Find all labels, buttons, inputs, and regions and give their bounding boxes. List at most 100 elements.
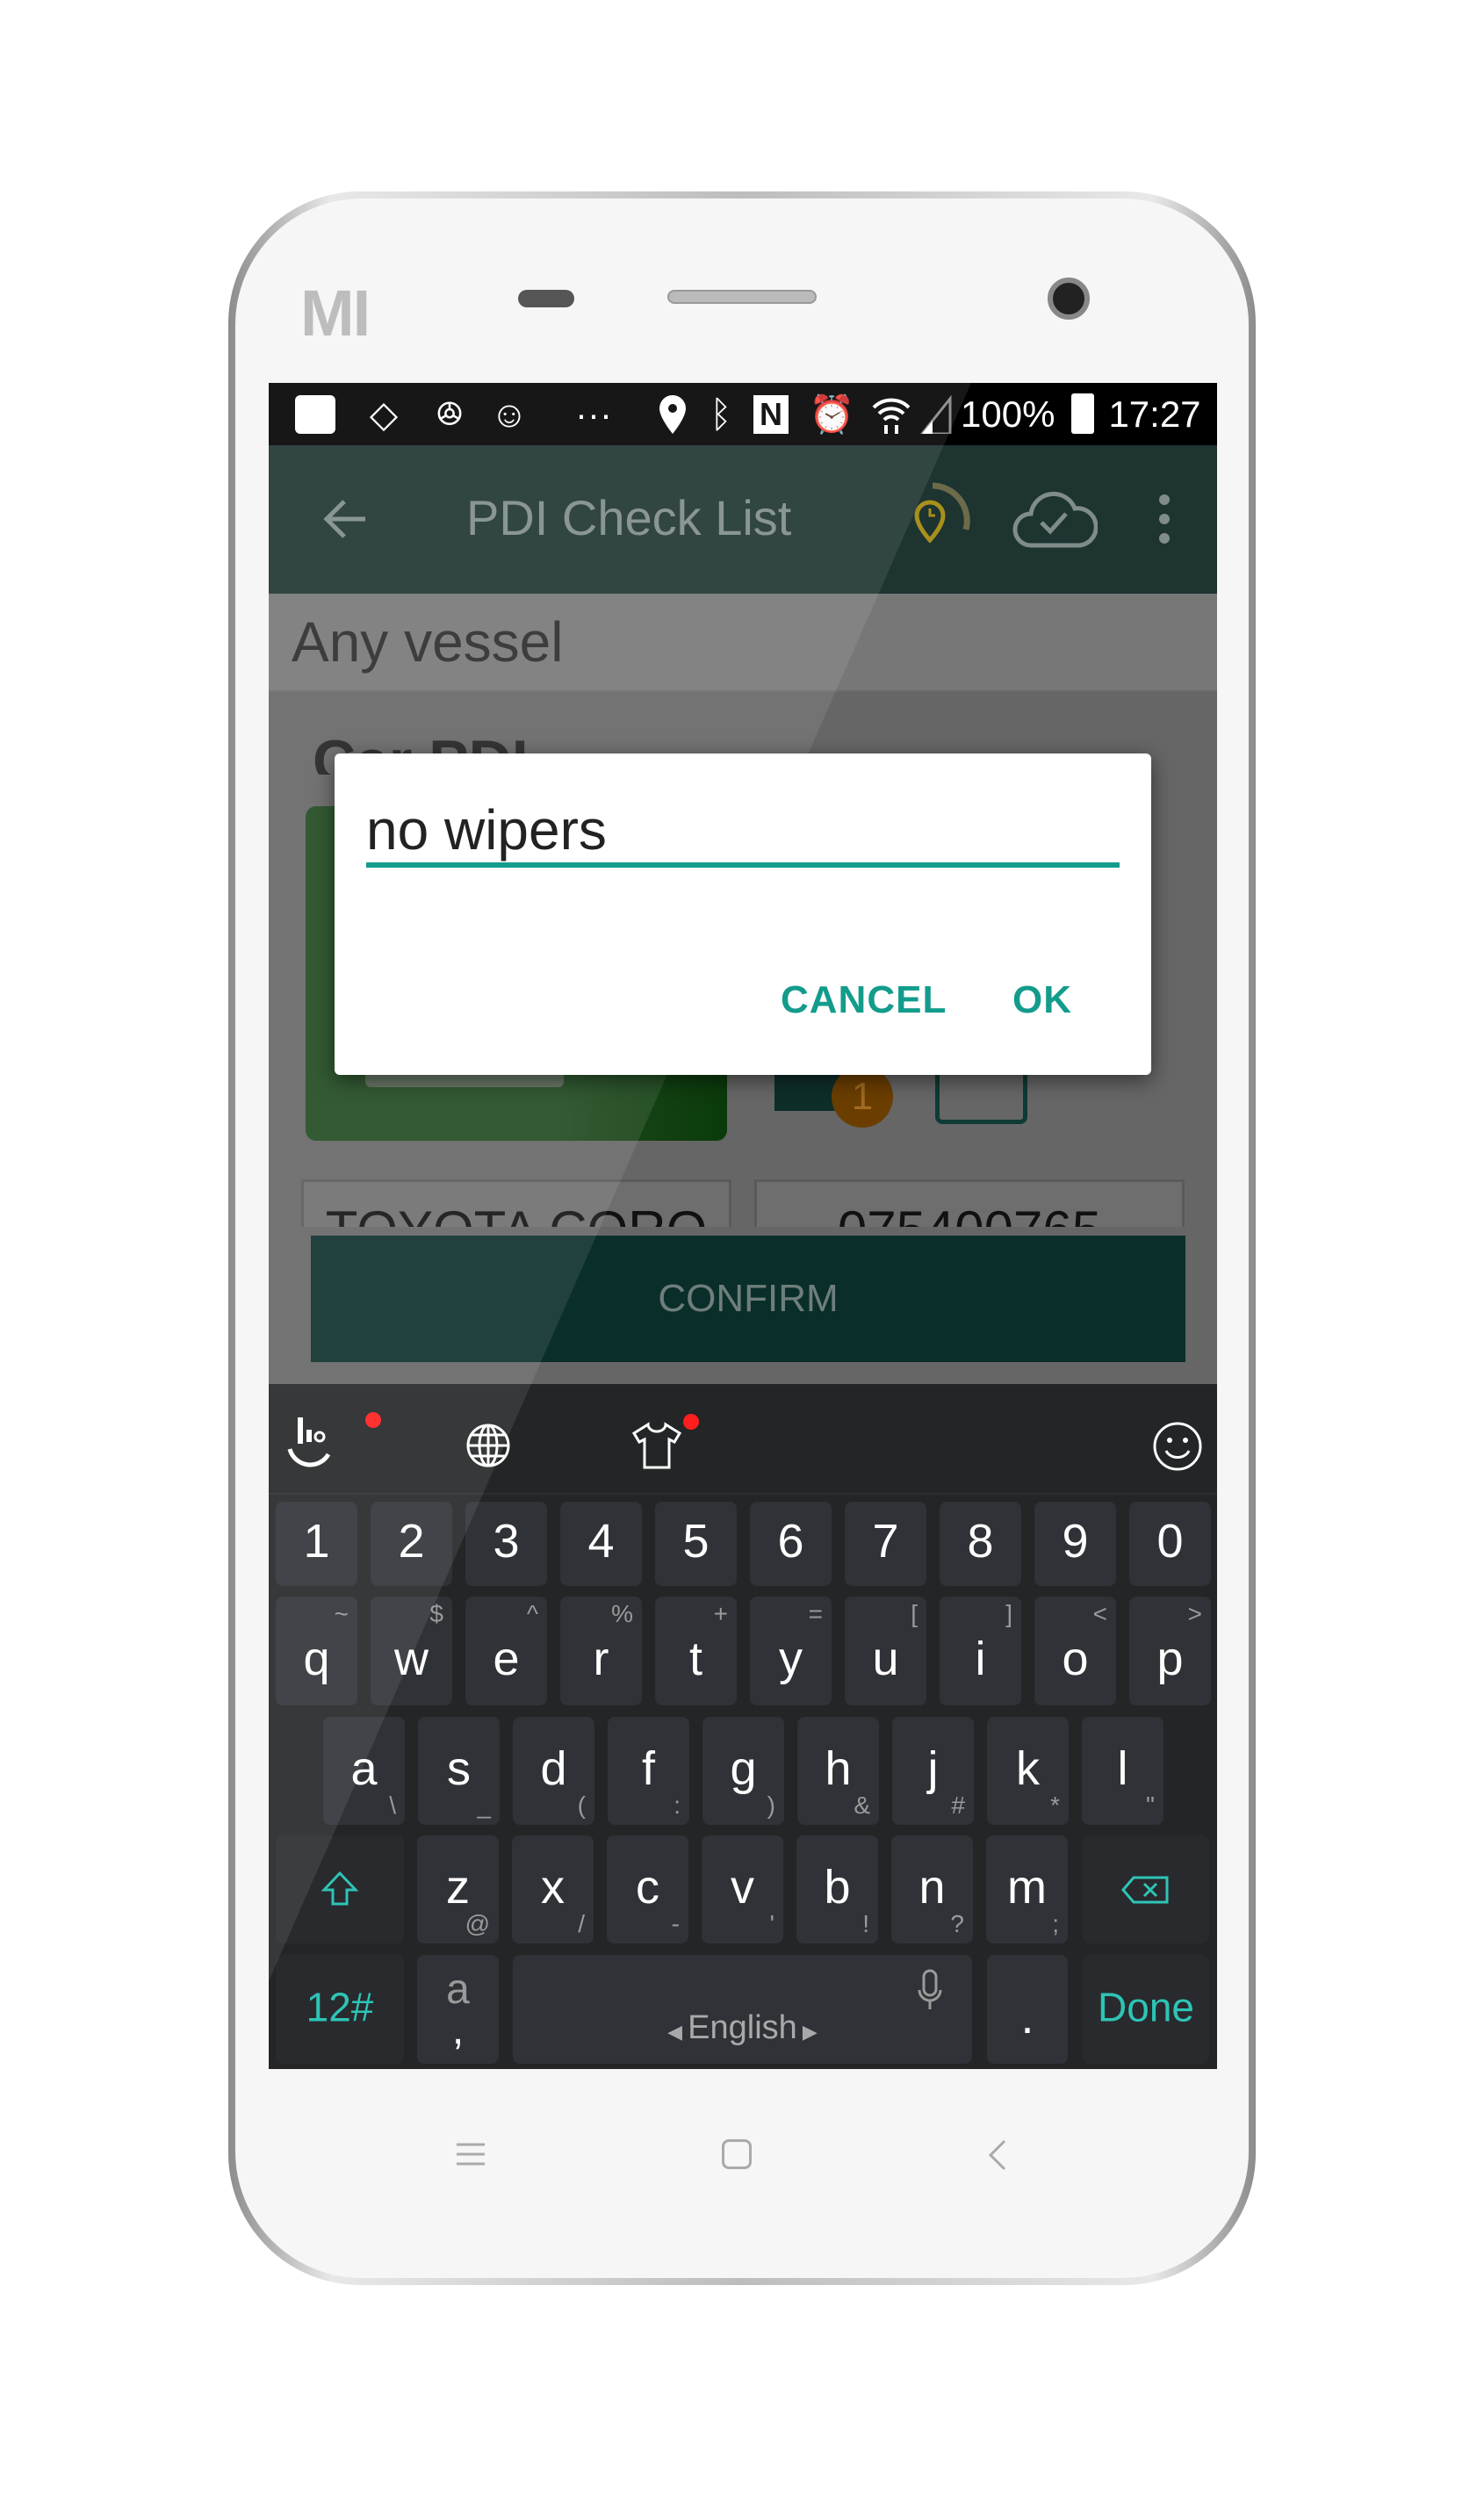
key-q[interactable]: q ~ [276, 1597, 357, 1705]
shift-key[interactable] [276, 1835, 404, 1943]
vin-field[interactable]: 075400765 [754, 1179, 1185, 1227]
key-secondary-label: / [578, 1910, 585, 1937]
key-label: j [927, 1741, 939, 1795]
key-t[interactable]: t + [655, 1597, 737, 1705]
done-key[interactable]: Done [1083, 1955, 1209, 2064]
key-k[interactable]: k * [987, 1717, 1069, 1825]
overflow-menu-icon[interactable] [1154, 491, 1175, 547]
key-label: 2 [398, 1514, 425, 1568]
keyboard-toolbar [269, 1384, 1217, 1495]
ok-button[interactable]: OK [1012, 978, 1072, 1022]
home-nav-button[interactable] [722, 2139, 752, 2169]
key-secondary-label: $ [429, 1600, 443, 1627]
key-secondary-label: - [671, 1910, 680, 1937]
theme-shirt-icon[interactable] [631, 1421, 682, 1470]
menu-nav-button[interactable] [455, 2141, 486, 2167]
key-8[interactable]: 8 [940, 1502, 1021, 1586]
screen: ◇ ꔮ ☺ ··· ᛒ N ⏰ 100% 17:27 PDI Check Lis… [269, 383, 1217, 2069]
note-input[interactable] [366, 797, 1120, 868]
microphone-icon[interactable] [917, 1969, 943, 2011]
key-label: q [303, 1633, 330, 1686]
back-nav-button[interactable] [987, 2139, 1008, 2171]
key-a[interactable]: a \ [323, 1717, 405, 1825]
vessel-label: Any vessel [292, 610, 564, 674]
key-p[interactable]: p > [1129, 1597, 1211, 1705]
key-j[interactable]: j # [892, 1717, 974, 1825]
key-secondary-label: : [674, 1792, 681, 1819]
backspace-key[interactable] [1083, 1835, 1209, 1943]
more-icon: ··· [575, 393, 612, 435]
key-label: v [731, 1860, 754, 1914]
key-w[interactable]: w $ [371, 1597, 452, 1705]
key-label: 0 [1156, 1514, 1184, 1568]
key-label: 8 [967, 1514, 994, 1568]
key-y[interactable]: y = [750, 1597, 832, 1705]
key-5[interactable]: 5 [655, 1502, 737, 1586]
key-e[interactable]: e ^ [465, 1597, 547, 1705]
key-6[interactable]: 6 [750, 1502, 832, 1586]
cloud-check-icon[interactable] [1012, 482, 1099, 552]
language-text: English [688, 2009, 797, 2046]
key-label: p [1156, 1633, 1184, 1686]
key-secondary-label: [ [911, 1600, 918, 1627]
app-bar: PDI Check List [269, 445, 1217, 594]
key-label: a [350, 1741, 378, 1795]
key-u[interactable]: u[ [845, 1597, 926, 1705]
key-m[interactable]: m; [986, 1835, 1068, 1943]
key-i[interactable]: i] [940, 1597, 1021, 1705]
key-secondary-label: ! [862, 1910, 869, 1937]
period-key[interactable]: . [987, 1955, 1068, 2064]
key-n[interactable]: n? [891, 1835, 973, 1943]
photo-count-badge: 1 [832, 1066, 893, 1128]
comma-key[interactable]: a, [417, 1955, 499, 2064]
notification-icon [295, 383, 337, 445]
key-secondary-label: * [1050, 1792, 1060, 1819]
key-9[interactable]: 9 [1034, 1502, 1116, 1586]
key-secondary-label: @ [465, 1910, 490, 1937]
key-r[interactable]: r% [560, 1597, 642, 1705]
key-label: w [394, 1633, 429, 1686]
key-label: h [825, 1741, 852, 1795]
chevron-right-icon: ▶ [796, 2021, 818, 2043]
key-0[interactable]: 0 [1129, 1502, 1211, 1586]
key-s[interactable]: s _ [418, 1717, 500, 1825]
key-v[interactable]: v ' [702, 1835, 783, 1943]
key-l[interactable]: l " [1082, 1717, 1163, 1825]
key-4[interactable]: 4 [560, 1502, 642, 1586]
key-secondary-label: % [611, 1600, 633, 1627]
key-d[interactable]: d( [513, 1717, 594, 1825]
backspace-icon [1121, 1876, 1169, 1904]
key-o[interactable]: o < [1034, 1597, 1116, 1705]
space-key[interactable]: ◀ English ▶ [513, 1955, 972, 2064]
key-z[interactable]: z @ [417, 1835, 499, 1943]
model-field[interactable]: TOYOTA CORO [301, 1179, 731, 1227]
key-label: o [1062, 1633, 1089, 1686]
key-label: c [636, 1860, 659, 1914]
globe-icon[interactable] [465, 1423, 511, 1468]
key-b[interactable]: b! [796, 1835, 878, 1943]
key-label: 6 [777, 1514, 804, 1568]
key-2[interactable]: 2 [371, 1502, 452, 1586]
emoji-icon[interactable] [1152, 1421, 1203, 1472]
key-7[interactable]: 7 [845, 1502, 926, 1586]
symbols-key[interactable]: 12# [276, 1955, 404, 2064]
key-label: n [918, 1860, 946, 1914]
key-1[interactable]: 1 [276, 1502, 357, 1586]
cancel-button[interactable]: CANCEL [781, 978, 947, 1022]
comment-icon[interactable] [935, 1075, 1027, 1124]
battery-icon [1070, 383, 1096, 445]
key-x[interactable]: x / [512, 1835, 594, 1943]
key-label: r [593, 1633, 609, 1686]
key-g[interactable]: g) [702, 1717, 784, 1825]
touchpal-icon[interactable] [281, 1410, 342, 1472]
key-3[interactable]: 3 [465, 1502, 547, 1586]
confirm-button[interactable]: CONFIRM [311, 1236, 1185, 1362]
key-f[interactable]: f: [608, 1717, 689, 1825]
location-timer-icon[interactable] [897, 477, 976, 565]
key-label: k [1016, 1741, 1040, 1795]
page-title: PDI Check List [466, 490, 792, 545]
key-c[interactable]: c- [607, 1835, 688, 1943]
notification-dot [365, 1412, 381, 1428]
key-h[interactable]: h & [797, 1717, 879, 1825]
back-arrow-icon[interactable] [318, 491, 374, 547]
